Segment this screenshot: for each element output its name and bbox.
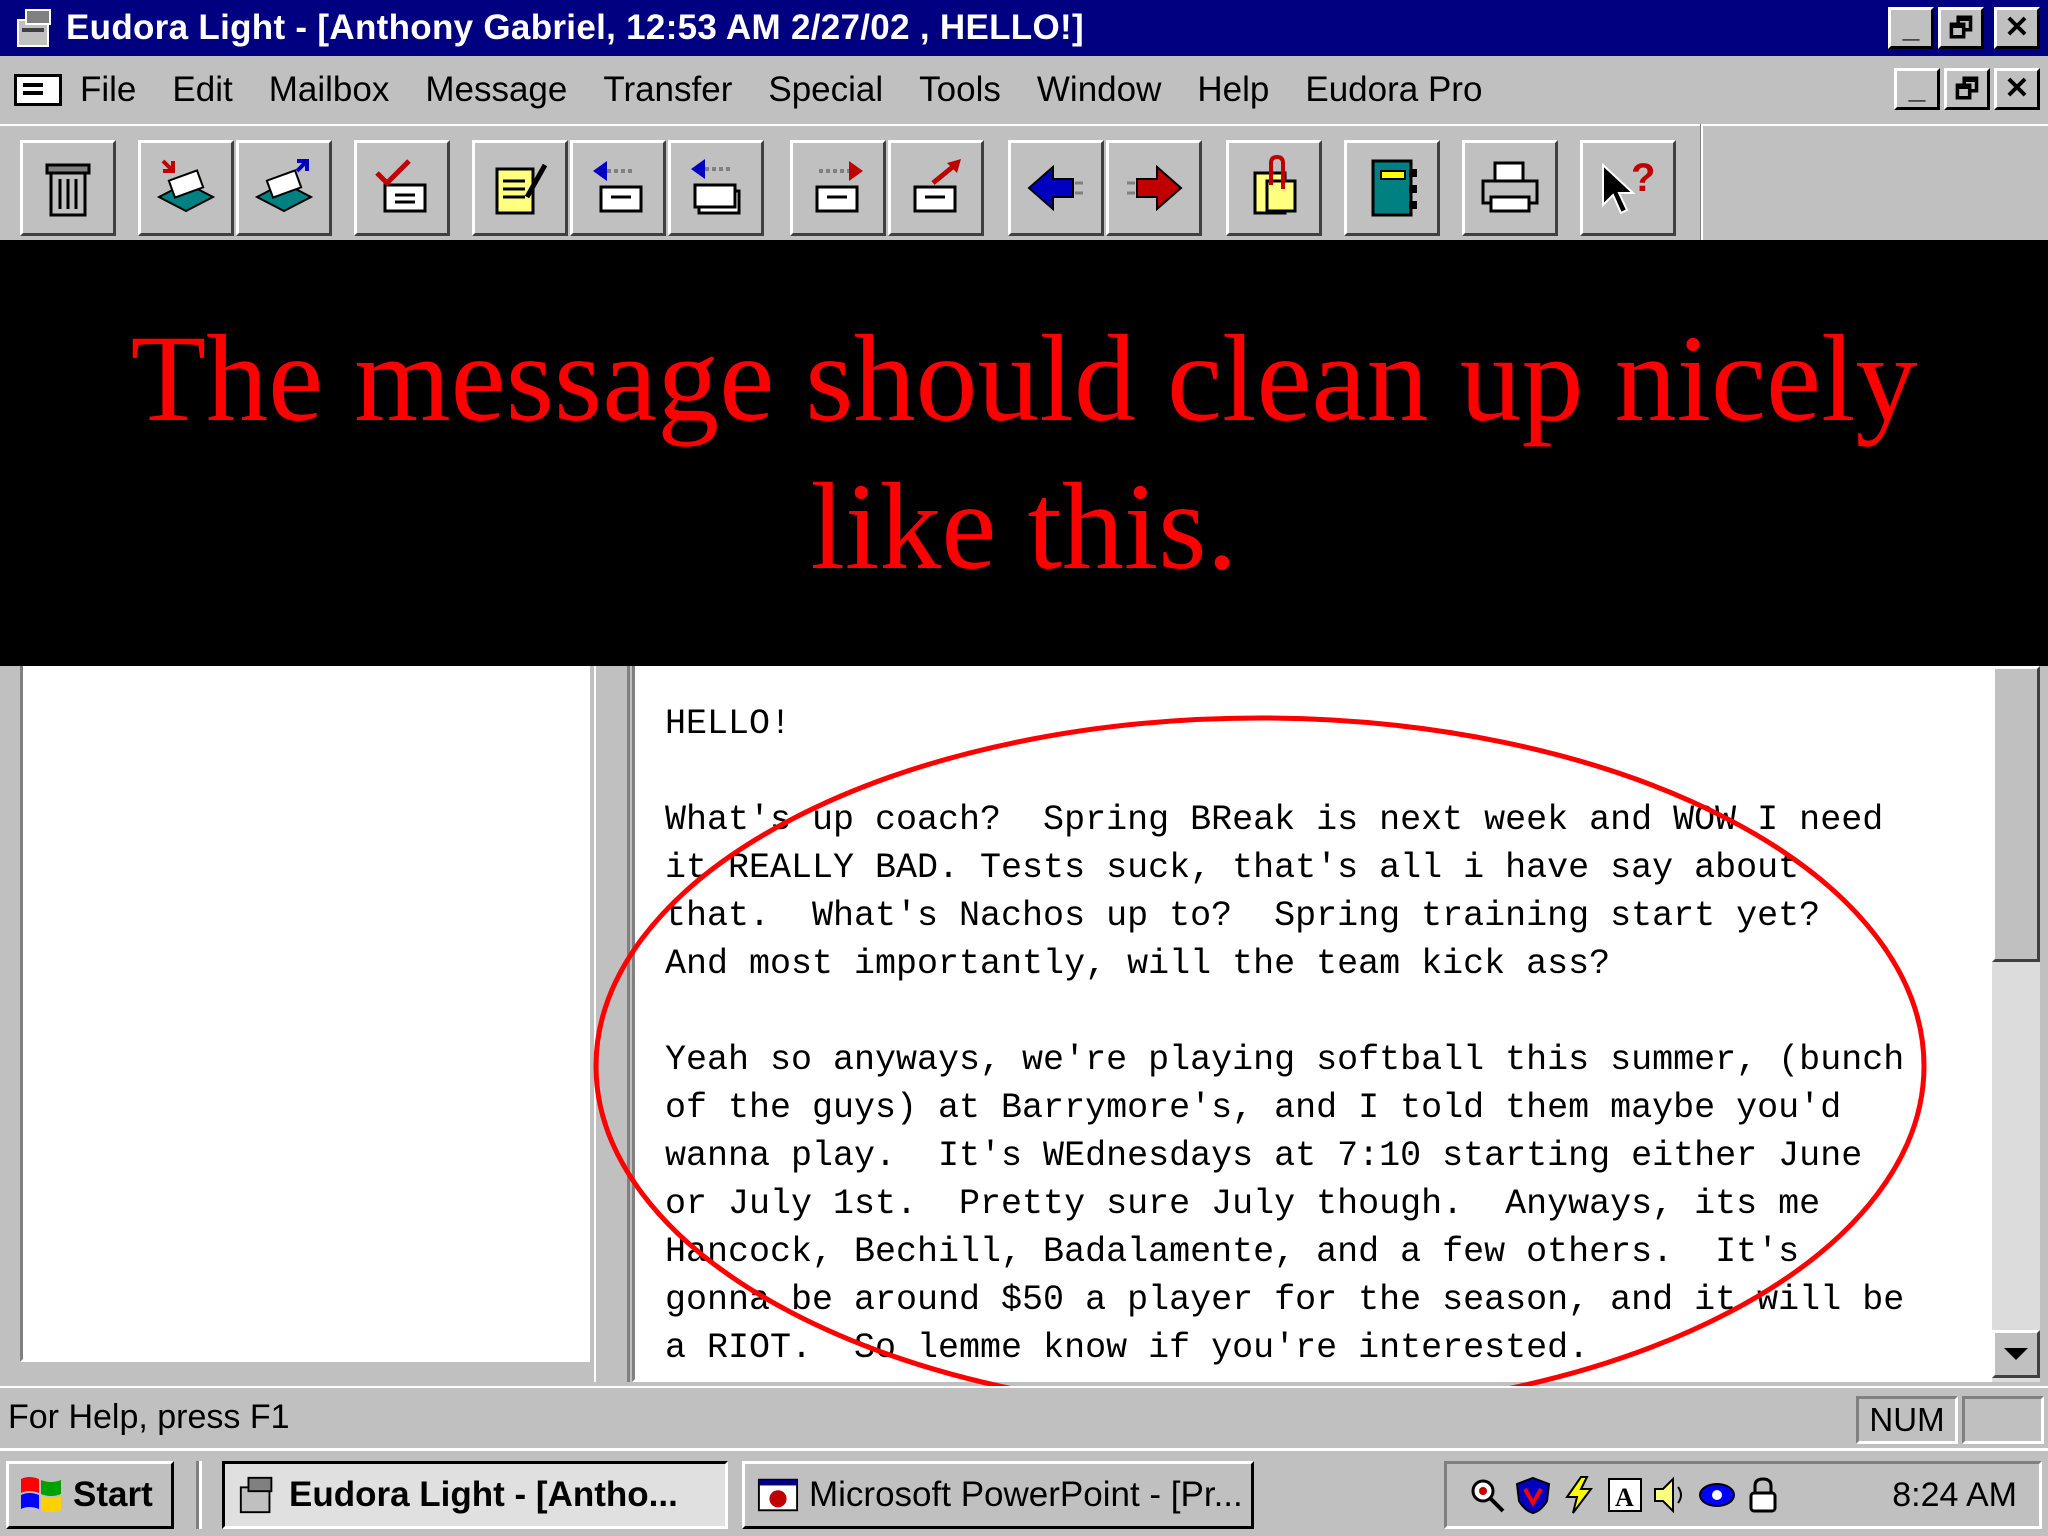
annotation-banner: The message should clean up nicely like …: [0, 240, 2048, 666]
minimize-icon: _: [1908, 72, 1926, 105]
trash-button[interactable]: [20, 140, 116, 236]
message-pane[interactable]: HELLO! What's up coach? Spring BReak is …: [632, 666, 1992, 1382]
num-lock-indicator: NUM: [1856, 1396, 1958, 1444]
restore-icon: 🗗: [1954, 74, 1980, 104]
toolbar-separator: [1700, 124, 1703, 240]
task-eudora[interactable]: Eudora Light - [Antho...: [222, 1461, 728, 1529]
shield-icon[interactable]: [1513, 1475, 1553, 1515]
reply-all-icon: [691, 159, 741, 215]
system-tray: A 8:24 AM: [1444, 1461, 2042, 1529]
toolbar: ?: [0, 124, 2048, 240]
inbox-in-icon: [156, 159, 216, 213]
title-bar: Eudora Light - [Anthony Gabriel, 12:53 A…: [0, 0, 2048, 56]
trash-icon: [45, 163, 91, 217]
minimize-icon: _: [1902, 11, 1920, 44]
status-help-text: For Help, press F1: [8, 1398, 290, 1436]
vertical-scrollbar[interactable]: [1992, 666, 2040, 1382]
scroll-down-button[interactable]: [1992, 1330, 2040, 1378]
status-empty-panel: [1962, 1396, 2044, 1444]
doc-restore-button[interactable]: 🗗: [1944, 68, 1990, 110]
status-bar: For Help, press F1 NUM: [0, 1386, 2048, 1448]
reply-icon: [593, 161, 643, 213]
window-title: Eudora Light - [Anthony Gabriel, 12:53 A…: [66, 8, 1084, 47]
forward-button[interactable]: [790, 140, 886, 236]
print-button[interactable]: [1462, 140, 1558, 236]
print-icon: [1481, 161, 1539, 213]
svg-text:A: A: [1615, 1483, 1634, 1512]
next-message-icon: [1127, 164, 1183, 212]
menu-special[interactable]: Special: [768, 70, 883, 110]
check-mail-button[interactable]: [354, 140, 450, 236]
next-message-button[interactable]: [1106, 140, 1202, 236]
restore-button[interactable]: 🗗: [1938, 7, 1984, 49]
task-powerpoint[interactable]: Microsoft PowerPoint - [Pr...: [742, 1461, 1254, 1529]
address-book-icon: [1371, 159, 1417, 217]
doc-close-button[interactable]: ✕: [1994, 68, 2040, 110]
address-book-button[interactable]: [1344, 140, 1440, 236]
new-message-icon: [495, 163, 548, 215]
taskbar-divider: [196, 1461, 202, 1529]
inbox-out-button[interactable]: [236, 140, 332, 236]
menu-mailbox[interactable]: Mailbox: [269, 70, 390, 110]
magnifier-icon[interactable]: [1467, 1475, 1507, 1515]
font-icon[interactable]: A: [1605, 1475, 1645, 1515]
minimize-button[interactable]: _: [1888, 7, 1934, 49]
menu-eudora-pro[interactable]: Eudora Pro: [1305, 70, 1482, 110]
svg-text:?: ?: [1631, 156, 1655, 200]
speaker-icon[interactable]: [1651, 1475, 1691, 1515]
inbox-in-button[interactable]: [138, 140, 234, 236]
redirect-button[interactable]: [888, 140, 984, 236]
eye-icon[interactable]: [1697, 1475, 1737, 1515]
taskbar: Start Eudora Light - [Antho... Microsoft…: [0, 1448, 2048, 1536]
redirect-icon: [913, 159, 961, 213]
context-help-button[interactable]: ?: [1580, 140, 1676, 236]
close-icon: ✕: [2004, 11, 2030, 44]
document-control-icon[interactable]: [14, 74, 62, 106]
windows-logo-icon: [21, 1477, 61, 1512]
attach-button[interactable]: [1226, 140, 1322, 236]
message-body[interactable]: HELLO! What's up coach? Spring BReak is …: [665, 700, 1985, 1372]
close-icon: ✕: [2004, 72, 2030, 105]
start-button[interactable]: Start: [6, 1461, 174, 1529]
reply-all-button[interactable]: [668, 140, 764, 236]
menu-help[interactable]: Help: [1197, 70, 1269, 110]
check-mail-icon: [375, 159, 427, 213]
menu-message[interactable]: Message: [425, 70, 567, 110]
context-help-icon: ?: [1602, 156, 1655, 215]
start-label: Start: [73, 1475, 153, 1514]
new-message-button[interactable]: [472, 140, 568, 236]
reply-button[interactable]: [570, 140, 666, 236]
eudora-app-icon[interactable]: [14, 6, 58, 50]
task-label: Microsoft PowerPoint - [Pr...: [809, 1475, 1243, 1514]
powerpoint-task-icon: [757, 1478, 799, 1512]
doc-minimize-button[interactable]: _: [1894, 68, 1940, 110]
restore-icon: 🗗: [1948, 13, 1974, 43]
scroll-thumb[interactable]: [1992, 666, 2040, 962]
lightning-icon[interactable]: [1559, 1475, 1599, 1515]
pane-splitter[interactable]: [594, 666, 630, 1382]
header-pane[interactable]: [20, 666, 590, 1362]
eudora-task-icon: [239, 1476, 273, 1514]
previous-message-button[interactable]: [1008, 140, 1104, 236]
forward-icon: [815, 161, 863, 213]
menu-file[interactable]: File: [80, 70, 136, 110]
lock-icon[interactable]: [1743, 1475, 1783, 1515]
menu-window[interactable]: Window: [1037, 70, 1161, 110]
menu-tools[interactable]: Tools: [919, 70, 1001, 110]
menu-bar: File Edit Mailbox Message Transfer Speci…: [0, 56, 2048, 124]
close-button[interactable]: ✕: [1994, 7, 2040, 49]
task-label: Eudora Light - [Antho...: [289, 1475, 678, 1514]
inbox-out-icon: [254, 159, 314, 213]
menu-transfer[interactable]: Transfer: [603, 70, 732, 110]
clock[interactable]: 8:24 AM: [1892, 1476, 2017, 1515]
previous-message-icon: [1027, 164, 1083, 212]
annotation-caption: The message should clean up nicely like …: [130, 310, 1918, 595]
menu-edit[interactable]: Edit: [172, 70, 232, 110]
attach-icon: [1253, 155, 1297, 215]
